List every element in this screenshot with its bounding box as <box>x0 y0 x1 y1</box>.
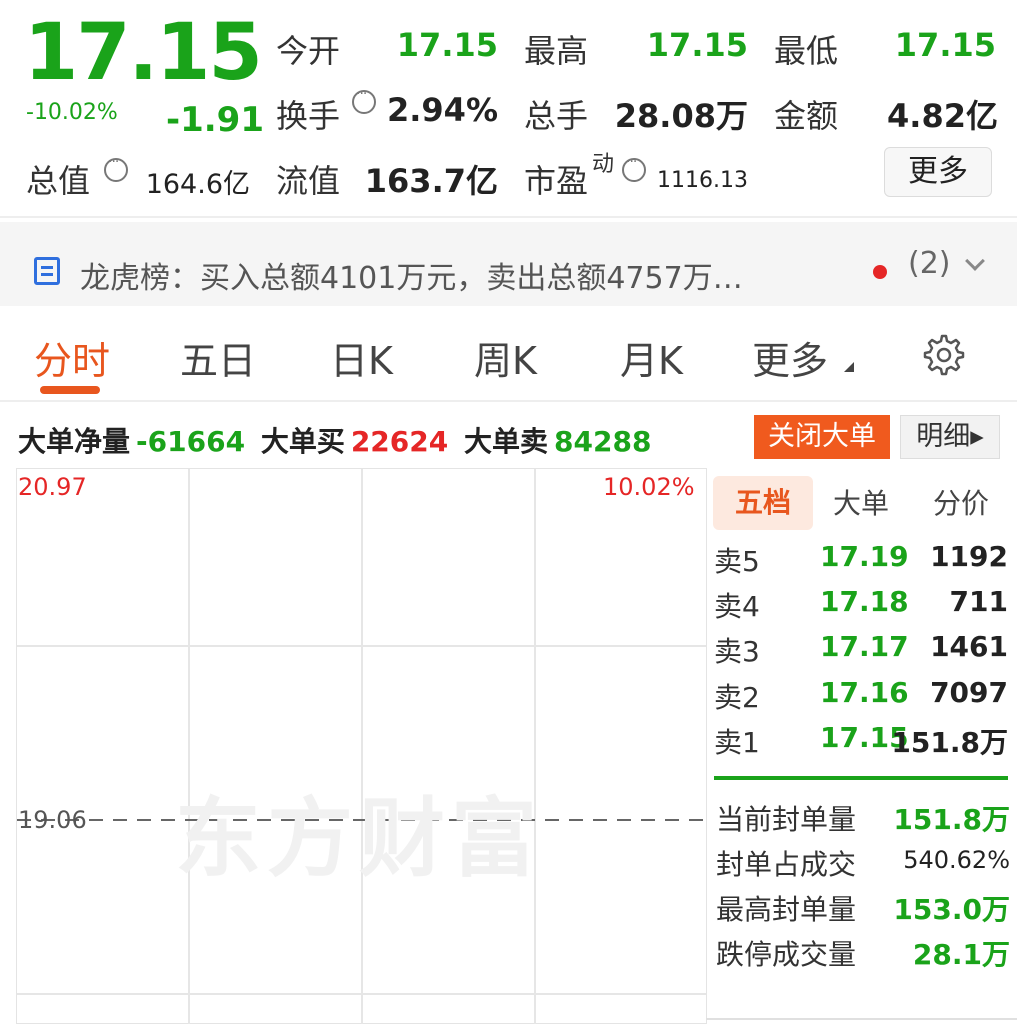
dragon-tiger-bar[interactable]: 龙虎榜：买入总额4101万元，卖出总额4757万… <box>0 222 1017 306</box>
stat-label: 最高封单量 <box>716 893 857 926</box>
notification-dot <box>873 265 887 279</box>
more-quote-button[interactable]: 更多 <box>884 147 992 197</box>
info-icon[interactable] <box>352 86 376 114</box>
ask-price: 17.18 <box>820 585 909 618</box>
stat-value: 151.8万 <box>893 803 1010 836</box>
tab-five-levels[interactable]: 五档 <box>713 476 813 530</box>
price-axis-max: 20.97 <box>18 473 87 501</box>
ask-volume: 711 <box>949 585 1008 618</box>
change-amount: -1.91 <box>166 100 264 140</box>
open-label: 今开 <box>276 32 341 70</box>
volume-value: 28.08万 <box>614 97 748 135</box>
ask-volume: 1192 <box>930 540 1008 573</box>
ask-label: 卖1 <box>714 726 760 759</box>
stat-value: 153.0万 <box>893 893 1010 926</box>
stat-value: 28.1万 <box>912 938 1010 971</box>
big-order-summary: 大单净量 -61664 大单买 22624 大单卖 84288 <box>18 420 657 460</box>
ask-row: 卖2 17.16 7097 <box>714 676 1008 716</box>
stat-label: 封单占成交 <box>716 848 857 881</box>
net-big-order-value: -61664 <box>136 425 246 458</box>
order-book-divider <box>714 776 1008 780</box>
market-cap-label: 总值 <box>26 162 91 200</box>
stat-label: 跌停成交量 <box>716 938 857 971</box>
big-sell-value: 84288 <box>554 425 652 458</box>
ask-volume: 151.8万 <box>891 726 1008 759</box>
ask-price: 17.15 <box>820 721 909 754</box>
close-big-order-button[interactable]: 关闭大单 <box>754 415 890 459</box>
detail-button[interactable]: 明细▸ <box>900 415 1000 459</box>
ask-volume: 7097 <box>930 676 1008 709</box>
tab-daily-k[interactable]: 日K <box>330 330 393 385</box>
panel-bottom-border <box>706 1018 1017 1020</box>
ask-label: 卖4 <box>714 590 760 623</box>
tab-five-day[interactable]: 五日 <box>180 330 256 385</box>
float-cap-value: 163.7亿 <box>364 162 498 200</box>
ask-label: 卖3 <box>714 635 760 668</box>
big-buy-label: 大单买 <box>260 425 345 458</box>
tab-intraday[interactable]: 分时 <box>34 330 110 385</box>
tab-big-orders[interactable]: 大单 <box>833 482 889 522</box>
dragon-tiger-text: 龙虎榜：买入总额4101万元，卖出总额4757万… <box>80 261 743 296</box>
ask-volume: 1461 <box>930 630 1008 663</box>
big-sell-label: 大单卖 <box>464 425 549 458</box>
stat-label: 当前封单量 <box>716 803 857 836</box>
pe-superscript: 动 <box>592 152 615 177</box>
watermark: 东方财富 <box>175 789 543 889</box>
ask-label: 卖5 <box>714 545 760 578</box>
amount-value: 4.82亿 <box>887 97 998 135</box>
low-value: 17.15 <box>894 26 996 64</box>
last-price: 17.15 <box>24 8 263 98</box>
turnover-value: 2.94% <box>386 91 498 129</box>
open-value: 17.15 <box>396 26 498 64</box>
market-cap-value: 164.6亿 <box>145 169 250 200</box>
stat-value: 540.62% <box>903 846 1010 874</box>
tab-weekly-k[interactable]: 周K <box>474 330 537 385</box>
ask-price: 17.19 <box>820 540 909 573</box>
ask-row: 卖3 17.17 1461 <box>714 630 1008 670</box>
volume-label: 总手 <box>524 97 589 135</box>
ask-row: 卖5 17.19 1192 <box>714 540 1008 580</box>
chart-grid <box>17 469 707 1024</box>
tab-price-distribution[interactable]: 分价 <box>933 482 989 522</box>
amount-label: 金额 <box>774 97 839 135</box>
document-icon <box>34 257 60 285</box>
info-icon[interactable] <box>622 154 646 182</box>
pe-value: 1116.13 <box>657 168 748 193</box>
change-percent: -10.02% <box>26 100 118 125</box>
settings-gear-icon[interactable] <box>922 333 966 377</box>
tab-monthly-k[interactable]: 月K <box>620 330 683 385</box>
dropdown-triangle-icon <box>844 362 854 372</box>
ask-price: 17.17 <box>820 630 909 663</box>
percent-axis-max: 10.02% <box>603 473 695 501</box>
intraday-chart[interactable] <box>16 468 707 1024</box>
ask-row: 卖4 17.18 711 <box>714 585 1008 625</box>
active-tab-indicator <box>40 386 100 394</box>
net-big-order-label: 大单净量 <box>18 425 131 458</box>
ask-row: 卖1 17.15 151.8万 <box>714 721 1008 761</box>
tab-more[interactable]: 更多 <box>752 330 828 385</box>
turnover-label: 换手 <box>276 97 341 135</box>
float-cap-label: 流值 <box>276 162 341 200</box>
big-buy-value: 22624 <box>350 425 449 458</box>
ask-label: 卖2 <box>714 681 760 714</box>
high-value: 17.15 <box>646 26 748 64</box>
pe-label: 市盈 <box>524 162 589 200</box>
ask-price: 17.16 <box>820 676 909 709</box>
prev-close-price: 19.06 <box>18 806 87 834</box>
info-icon[interactable] <box>104 154 128 182</box>
quote-panel: 17.15 -10.02% -1.91 今开 17.15 最高 17.15 最低… <box>0 0 1017 218</box>
low-label: 最低 <box>774 32 839 70</box>
high-label: 最高 <box>524 32 589 70</box>
chart-tabs: 分时 五日 日K 周K 月K 更多 <box>0 308 1017 402</box>
dragon-tiger-count: (2) <box>908 246 951 281</box>
